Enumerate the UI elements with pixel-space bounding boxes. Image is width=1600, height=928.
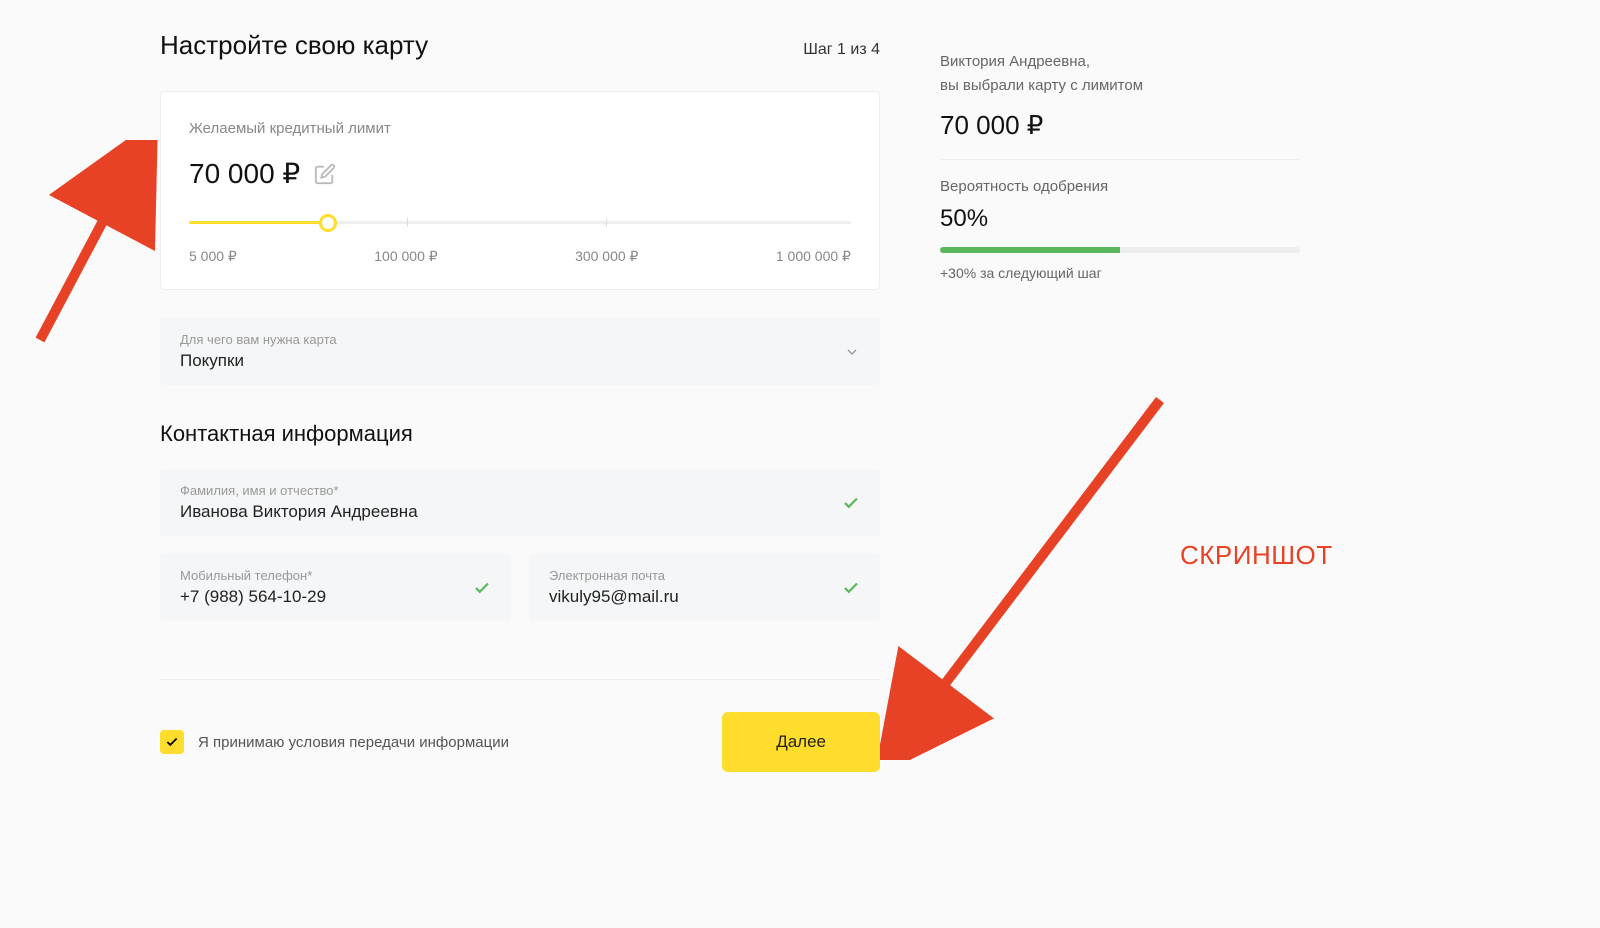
slider-tick-label: 300 000 ₽ (575, 248, 638, 265)
slider-fill (189, 221, 328, 224)
slider-thumb[interactable] (319, 214, 337, 232)
email-label: Электронная почта (549, 568, 860, 583)
fio-value: Иванова Виктория Андреевна (180, 502, 860, 522)
fio-field[interactable]: Фамилия, имя и отчество* Иванова Виктори… (160, 469, 880, 536)
sidebar-greeting: Виктория Андреевна, вы выбрали карту с л… (940, 50, 1300, 98)
slider-tick (606, 218, 607, 227)
step-indicator: Шаг 1 из 4 (803, 41, 880, 59)
email-value: vikuly95@mail.ru (549, 587, 860, 607)
sidebar-greet-line2: вы выбрали карту с лимитом (940, 77, 1143, 94)
email-field[interactable]: Электронная почта vikuly95@mail.ru (529, 554, 880, 621)
slider-tick-label: 100 000 ₽ (374, 248, 437, 265)
page-title: Настройте свою карту (160, 30, 428, 61)
sidebar-greet-line1: Виктория Андреевна, (940, 53, 1090, 70)
check-icon (842, 579, 860, 597)
phone-label: Мобильный телефон* (180, 568, 491, 583)
annotation-arrow (880, 380, 1200, 760)
next-button[interactable]: Далее (722, 712, 880, 772)
check-icon (473, 579, 491, 597)
slider-tick-label-min: 5 000 ₽ (189, 248, 237, 265)
approval-progress (940, 247, 1300, 253)
sidebar-amount: 70 000 ₽ (940, 110, 1300, 141)
annotation-label: СКРИНШОТ (1180, 540, 1333, 571)
edit-icon[interactable] (314, 163, 336, 185)
approval-value: 50% (940, 205, 1300, 233)
consent-text: Я принимаю условия передачи информации (198, 734, 509, 751)
slider-tick (407, 218, 408, 227)
approval-progress-fill (940, 247, 1120, 253)
purpose-select[interactable]: Для чего вам нужна карта Покупки (160, 318, 880, 385)
limit-label: Желаемый кредитный лимит (189, 120, 851, 137)
divider (160, 679, 880, 680)
contact-heading: Контактная информация (160, 421, 880, 447)
sidebar-divider (940, 159, 1300, 160)
purpose-label: Для чего вам нужна карта (180, 332, 860, 347)
phone-field[interactable]: Мобильный телефон* +7 (988) 564-10-29 (160, 554, 511, 621)
phone-value: +7 (988) 564-10-29 (180, 587, 491, 607)
fio-label: Фамилия, имя и отчество* (180, 483, 860, 498)
chevron-down-icon (844, 344, 860, 360)
limit-slider[interactable] (189, 214, 851, 232)
consent-checkbox[interactable] (160, 730, 184, 754)
check-icon (842, 494, 860, 512)
purpose-value: Покупки (180, 351, 860, 371)
limit-card: Желаемый кредитный лимит 70 000 ₽ 5 00 (160, 91, 880, 290)
annotation-arrow (0, 140, 180, 360)
approval-label: Вероятность одобрения (940, 178, 1300, 195)
limit-amount: 70 000 ₽ (189, 157, 300, 190)
approval-hint: +30% за следующий шаг (940, 265, 1300, 281)
slider-tick-label-max: 1 000 000 ₽ (776, 248, 851, 265)
